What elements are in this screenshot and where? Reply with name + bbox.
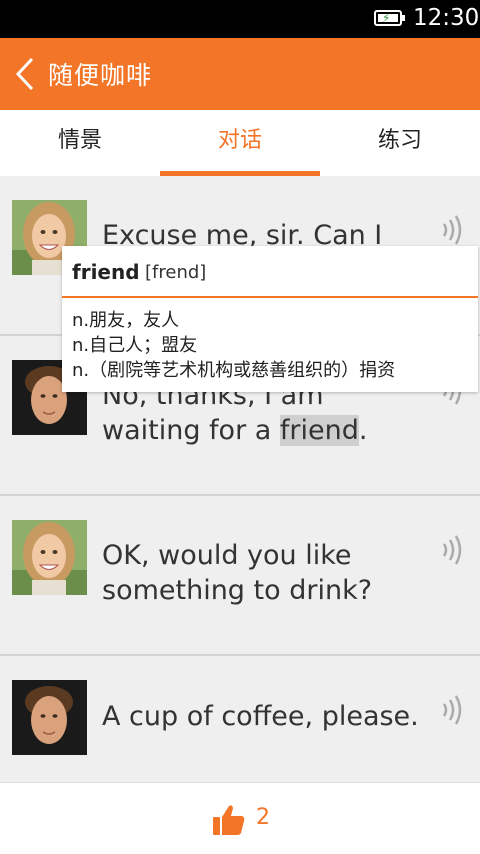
popup-definitions: n.朋友，友人 n.自己人；盟友 n.（剧院等艺术机构或慈善组织的）捐资 — [72, 308, 395, 383]
dialogue-segment: . — [358, 415, 368, 446]
dialogue-text[interactable]: OK, would you like something to drink? — [102, 538, 420, 608]
speaker-icon[interactable] — [440, 694, 468, 726]
definition-item: n.自己人；盟友 — [72, 335, 198, 356]
tab-label: 对话 — [217, 128, 262, 153]
dialogue-text[interactable]: A cup of coffee, please. — [102, 699, 430, 734]
bottom-bar: 2 — [0, 782, 480, 854]
title-bar: 随便咖啡 — [0, 38, 480, 110]
dialogue-segment: waiting for a — [102, 415, 280, 446]
speaker-icon[interactable] — [440, 214, 468, 246]
tab-label: 情景 — [57, 128, 102, 153]
page-title: 随便咖啡 — [48, 61, 153, 90]
tab-dialogue[interactable]: 对话 — [160, 110, 320, 176]
dialogue-line: waiting for a friend. — [102, 413, 420, 448]
definition-item: n.朋友，友人 — [72, 310, 180, 331]
status-time: 12:30 — [413, 5, 480, 31]
dialogue-line: OK, would you like — [102, 540, 352, 571]
tab-label: 练习 — [377, 128, 422, 153]
selected-word[interactable]: friend — [279, 415, 359, 446]
back-chevron-icon[interactable] — [12, 56, 42, 92]
dialogue-row[interactable]: OK, would you like something to drink? — [0, 496, 480, 656]
tab-bar: 情景 对话 练习 — [0, 110, 480, 176]
status-bar: ⚡ 12:30 — [0, 0, 480, 38]
popup-phonetic: [frend] — [145, 262, 207, 283]
tab-practice[interactable]: 练习 — [320, 110, 480, 176]
avatar-man — [12, 680, 87, 755]
definition-item: n.（剧院等艺术机构或慈善组织的）捐资 — [72, 360, 396, 381]
popup-divider — [62, 296, 478, 298]
dialogue-line: something to drink? — [102, 575, 373, 606]
like-count: 2 — [256, 805, 270, 830]
popup-word: friend — [72, 260, 140, 284]
avatar-woman — [12, 520, 87, 595]
dictionary-popup[interactable]: friend [frend] n.朋友，友人 n.自己人；盟友 n.（剧院等艺术… — [62, 246, 478, 392]
speaker-icon[interactable] — [440, 534, 468, 566]
dialogue-row[interactable]: A cup of coffee, please. — [0, 656, 480, 782]
tab-scene[interactable]: 情景 — [0, 110, 160, 176]
thumbs-up-icon[interactable] — [212, 803, 246, 837]
battery-charging-icon: ⚡ — [374, 10, 405, 26]
